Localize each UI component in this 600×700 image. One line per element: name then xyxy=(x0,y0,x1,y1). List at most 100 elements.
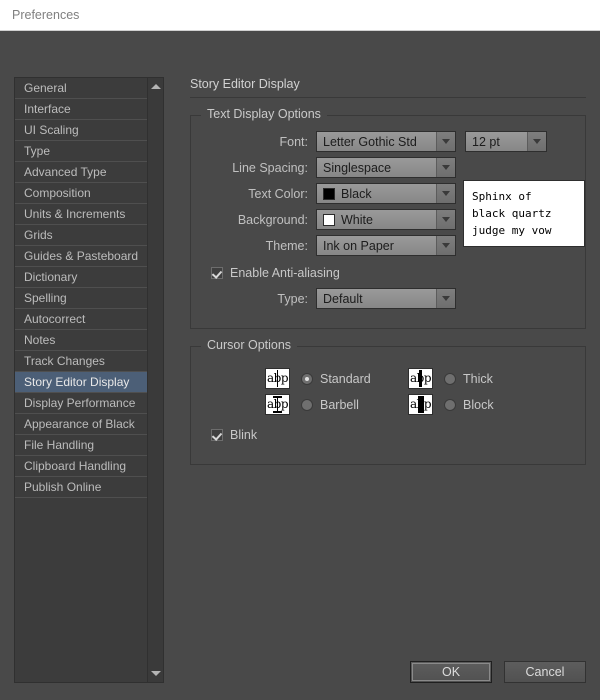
background-dropdown[interactable]: White xyxy=(316,209,456,230)
radio-thick[interactable] xyxy=(444,373,456,385)
cursor-thick-label: Thick xyxy=(463,372,493,386)
font-row: Font: Letter Gothic Std 12 pt xyxy=(203,131,573,152)
sidebar-item-advanced-type[interactable]: Advanced Type xyxy=(15,162,148,183)
chevron-down-icon[interactable] xyxy=(436,184,455,203)
radio-standard[interactable] xyxy=(301,373,313,385)
cursor-column-left: abp Standard abp xyxy=(265,366,408,418)
preferences-category-list[interactable]: GeneralInterfaceUI ScalingTypeAdvanced T… xyxy=(14,77,164,683)
caret-bar-shape xyxy=(277,370,278,387)
cursor-option-barbell[interactable]: abp Barbell xyxy=(265,392,408,417)
sidebar-item-story-editor-display[interactable]: Story Editor Display xyxy=(15,372,148,393)
cursor-barbell-label: Barbell xyxy=(320,398,359,412)
background-swatch xyxy=(323,214,335,226)
caret-thick-bar-shape xyxy=(419,370,422,387)
anti-aliasing-type-dropdown[interactable]: Default xyxy=(316,288,456,309)
font-size-dropdown[interactable]: 12 pt xyxy=(465,131,547,152)
sidebar-item-grids[interactable]: Grids xyxy=(15,225,148,246)
ok-button[interactable]: OK xyxy=(410,661,492,683)
sidebar-item-publish-online[interactable]: Publish Online xyxy=(15,477,148,498)
sidebar-item-clipboard-handling[interactable]: Clipboard Handling xyxy=(15,456,148,477)
line-spacing-value: Singlespace xyxy=(317,158,436,177)
sidebar-scrollbar[interactable] xyxy=(147,78,163,682)
text-color-value-wrap: Black xyxy=(317,184,436,203)
sidebar-item-interface[interactable]: Interface xyxy=(15,99,148,120)
background-value: White xyxy=(341,213,373,227)
sidebar-item-appearance-of-black[interactable]: Appearance of Black xyxy=(15,414,148,435)
caret-block-shape xyxy=(418,396,424,413)
cursor-option-standard[interactable]: abp Standard xyxy=(265,366,408,391)
sidebar-item-notes[interactable]: Notes xyxy=(15,330,148,351)
anti-aliasing-type-label: Type: xyxy=(203,292,316,306)
cursor-standard-icon: abp xyxy=(265,368,290,389)
anti-aliasing-type-row: Type: Default xyxy=(203,288,573,309)
cursor-options-body: abp Standard abp xyxy=(191,346,585,464)
caret-bottom-serif-shape xyxy=(273,411,282,413)
window-titlebar: Preferences xyxy=(0,0,600,31)
font-value: Letter Gothic Std xyxy=(317,132,436,151)
enable-anti-aliasing-checkbox[interactable]: Enable Anti-aliasing xyxy=(211,266,573,280)
chevron-down-icon[interactable] xyxy=(436,210,455,229)
chevron-down-icon[interactable] xyxy=(436,158,455,177)
checkmark-icon xyxy=(211,267,223,279)
cursor-options-legend: Cursor Options xyxy=(201,338,297,352)
radio-block[interactable] xyxy=(444,399,456,411)
sidebar-item-dictionary[interactable]: Dictionary xyxy=(15,267,148,288)
text-color-swatch xyxy=(323,188,335,200)
chevron-down-icon[interactable] xyxy=(436,236,455,255)
text-display-options-group: Text Display Options Font: Letter Gothic… xyxy=(190,115,586,329)
sidebar-item-autocorrect[interactable]: Autocorrect xyxy=(15,309,148,330)
font-label: Font: xyxy=(203,135,316,149)
sidebar-item-display-performance[interactable]: Display Performance xyxy=(15,393,148,414)
preferences-content-pane: Story Editor Display Text Display Option… xyxy=(190,77,586,465)
sidebar-item-composition[interactable]: Composition xyxy=(15,183,148,204)
blink-checkbox[interactable]: Blink xyxy=(211,428,573,442)
sidebar-scrollbar-track[interactable] xyxy=(148,94,163,666)
cursor-standard-label: Standard xyxy=(320,372,371,386)
text-color-label: Text Color: xyxy=(203,187,316,201)
sidebar-item-ui-scaling[interactable]: UI Scaling xyxy=(15,120,148,141)
font-dropdown[interactable]: Letter Gothic Std xyxy=(316,131,456,152)
cursor-option-block[interactable]: abp Block xyxy=(408,392,551,417)
cancel-button[interactable]: Cancel xyxy=(504,661,586,683)
text-color-dropdown[interactable]: Black xyxy=(316,183,456,204)
preview-line-2: black quartz xyxy=(472,205,584,222)
sidebar-item-spelling[interactable]: Spelling xyxy=(15,288,148,309)
sidebar-item-general[interactable]: General xyxy=(15,78,148,99)
triangle-down-icon xyxy=(151,671,161,676)
blink-label: Blink xyxy=(230,428,257,442)
sidebar-item-track-changes[interactable]: Track Changes xyxy=(15,351,148,372)
scroll-up-button[interactable] xyxy=(148,79,163,94)
cursor-options-group: Cursor Options abp Standard xyxy=(190,346,586,465)
sidebar-item-type[interactable]: Type xyxy=(15,141,148,162)
sidebar-items-container: GeneralInterfaceUI ScalingTypeAdvanced T… xyxy=(15,78,148,498)
cursor-thick-icon: abp xyxy=(408,368,433,389)
chevron-down-icon[interactable] xyxy=(436,289,455,308)
line-spacing-label: Line Spacing: xyxy=(203,161,316,175)
chevron-down-icon[interactable] xyxy=(436,132,455,151)
theme-value: Ink on Paper xyxy=(317,236,436,255)
preferences-dialog: GeneralInterfaceUI ScalingTypeAdvanced T… xyxy=(0,31,600,700)
chevron-down-icon[interactable] xyxy=(527,132,546,151)
triangle-up-icon xyxy=(151,84,161,89)
theme-dropdown[interactable]: Ink on Paper xyxy=(316,235,456,256)
checkmark-icon xyxy=(211,429,223,441)
line-spacing-dropdown[interactable]: Singlespace xyxy=(316,157,456,178)
caret-top-serif-shape xyxy=(273,396,282,398)
radio-barbell[interactable] xyxy=(301,399,313,411)
sidebar-item-file-handling[interactable]: File Handling xyxy=(15,435,148,456)
sidebar-item-units-increments[interactable]: Units & Increments xyxy=(15,204,148,225)
cursor-block-icon: abp xyxy=(408,394,433,415)
line-spacing-row: Line Spacing: Singlespace xyxy=(203,157,573,178)
preview-line-1: Sphinx of xyxy=(472,188,584,205)
theme-label: Theme: xyxy=(203,239,316,253)
background-value-wrap: White xyxy=(317,210,436,229)
cursor-option-thick[interactable]: abp Thick xyxy=(408,366,551,391)
font-size-value: 12 pt xyxy=(466,132,527,151)
window-title: Preferences xyxy=(0,8,79,22)
sidebar-item-guides-pasteboard[interactable]: Guides & Pasteboard xyxy=(15,246,148,267)
scroll-down-button[interactable] xyxy=(148,666,163,681)
text-display-options-body: Font: Letter Gothic Std 12 pt Line Spaci… xyxy=(191,115,585,328)
preview-line-3: judge my vow xyxy=(472,222,584,239)
cursor-barbell-icon: abp xyxy=(265,394,290,415)
page-title: Story Editor Display xyxy=(190,77,586,98)
